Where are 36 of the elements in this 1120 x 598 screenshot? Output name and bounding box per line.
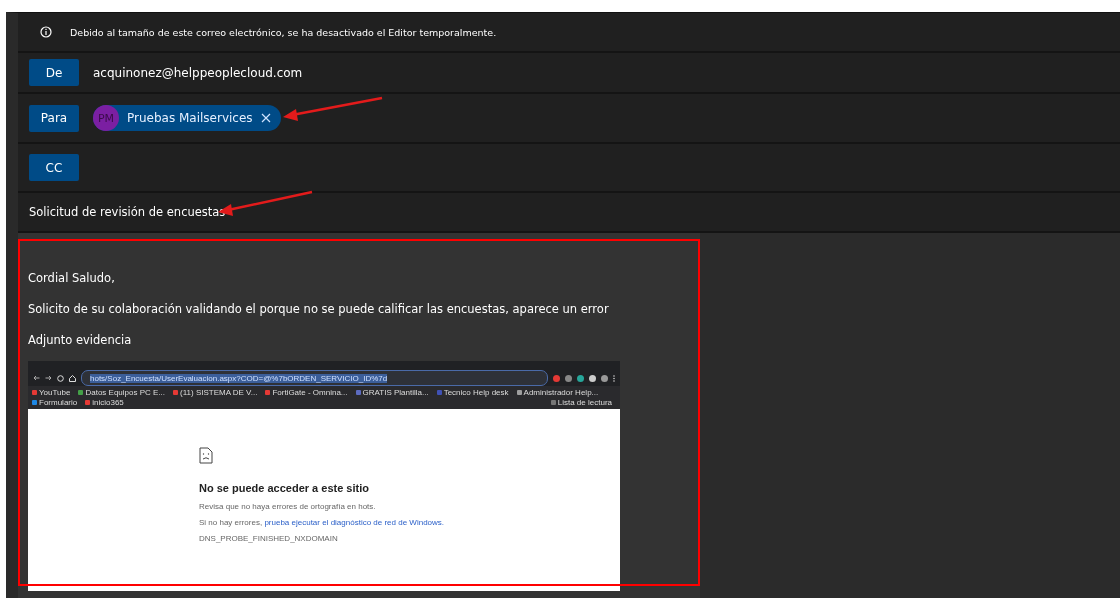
bookmark[interactable]: Datos Equipos PC E... [78,388,166,397]
close-icon[interactable] [260,113,271,123]
field-label-button[interactable]: CC [29,154,79,181]
bookmark[interactable]: FortiGate - Omnina... [265,388,348,397]
body-paragraph: Cordial Saludo, [28,271,116,285]
avatar: PM [93,105,119,131]
subject-text: Solicitud de revisión de encuestas [29,205,226,219]
body-paragraph: Adjunto evidencia [28,333,133,347]
body-paragraph: Solicito de su colaboración validando el porque no se puede calificar las encuestas, aparece un error [28,302,610,316]
bookmark[interactable]: (11) SISTEMA DE V... [173,388,258,397]
address-bar[interactable]: hots/Soz_Encuesta/UserEvaluacion.aspx?COD=@%7bORDEN_SERVICIO_ID%7d [81,370,548,386]
error-title: No se puede acceder a este sitio [199,482,370,494]
recipient-name: Pruebas Mailservices [127,111,253,125]
url-text: hots/Soz_Encuesta/UserEvaluacion.aspx?COD=@%7bORDEN_SERVICIO_ID%7d [90,373,388,383]
bookmark[interactable]: inicio365 [85,398,124,407]
diagnostic-link[interactable]: prueba ejecutar el diagnóstico de red de Windows. [264,518,445,527]
forward-icon[interactable] [45,375,52,381]
bookmark[interactable]: Tecnico Help desk [436,388,509,397]
error-suggestion: Si no hay errores, prueba ejecutar el diagnóstico de red de Windows. [199,518,446,527]
field-label-button[interactable]: De [29,59,79,86]
bookmark[interactable]: GRATIS Plantilla... [355,388,429,397]
notice-text: Debido al tamaño de este correo electrónico, se ha desactivado el Editor temporalmente. [70,26,497,38]
field-label-button[interactable]: Para [29,104,79,132]
error-hint: Revisa que no haya errores de ortografía en hots. [199,502,377,511]
bookmark[interactable]: YouTube [32,388,71,397]
reload-icon[interactable] [57,374,64,382]
home-icon[interactable] [69,374,76,382]
bookmark[interactable]: Administrador Help... [516,388,599,397]
sad-page-icon [199,447,213,464]
sender-address: acquinonez@helppeoplecloud.com [93,65,303,80]
reading-list[interactable]: Lista de lectura [550,398,616,407]
recipient-chip[interactable]: PM Pruebas Mailservices [93,105,281,131]
error-code: DNS_PROBE_FINISHED_NXDOMAIN [199,534,339,543]
bookmark[interactable]: Formulario [32,398,78,407]
back-icon[interactable] [33,375,40,381]
info-icon [40,26,52,38]
